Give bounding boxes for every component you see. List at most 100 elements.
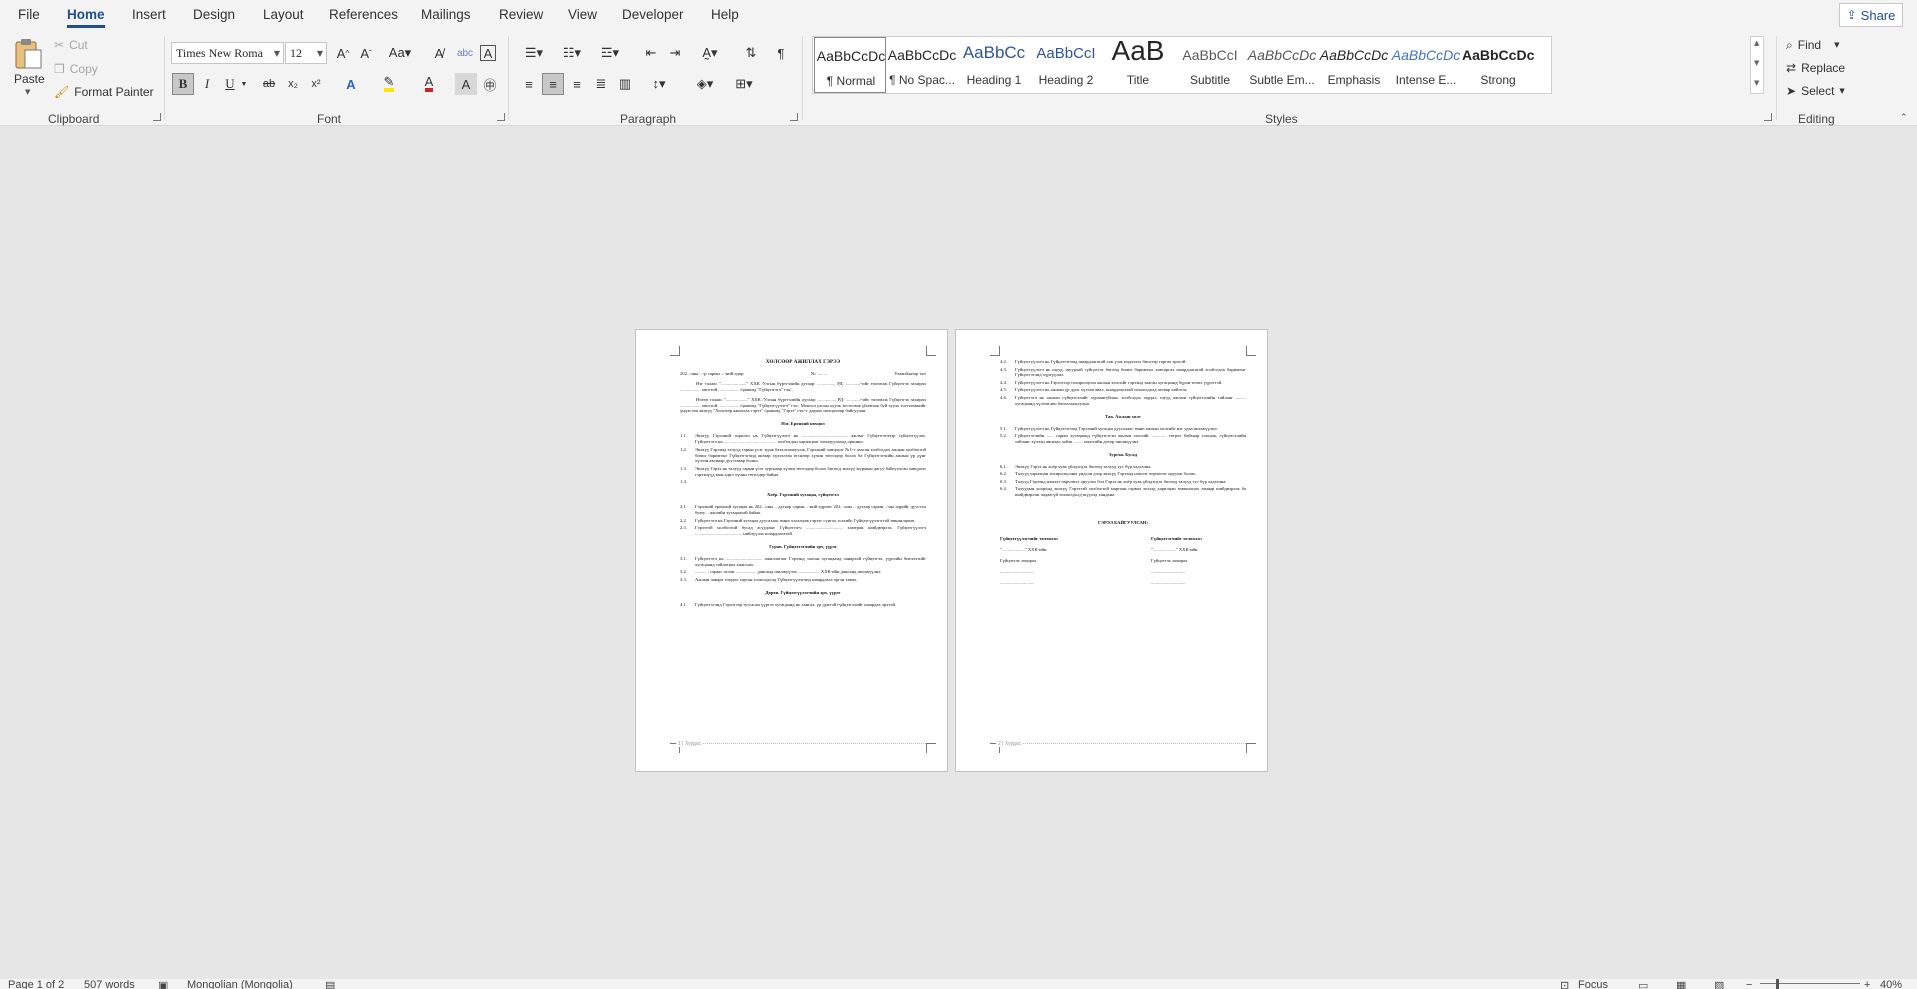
tab-layout[interactable]: Layout [263,7,304,22]
shading-icon[interactable]: ◈▾ [690,73,720,95]
language[interactable]: Mongolian (Mongolia) [187,979,293,989]
subscript-button[interactable]: x₂ [282,73,304,95]
font-size-dropdown[interactable]: 12 ▼ [285,42,327,64]
style-emphasis[interactable]: AaBbCcDc Emphasis [1318,37,1390,93]
word-count[interactable]: 507 words [84,979,135,989]
character-border-icon[interactable]: A [480,45,496,61]
sort-icon[interactable]: ⇅ [740,42,762,64]
clear-formatting-icon[interactable]: A̸ [428,42,450,64]
line-spacing-icon[interactable]: ↕▾ [644,73,674,95]
zoom-slider-thumb[interactable] [1776,979,1779,989]
replace-button[interactable]: ⇄ Replace [1786,61,1845,75]
text-direction-icon[interactable]: A̰▾ [694,42,726,64]
section-heading: Дөрөв. Гүйцэтгүүлэгчийн эрх, үүрэг [765,589,841,595]
clause-number: 6.3. [1000,478,1007,484]
font-launcher-icon[interactable] [497,113,505,121]
shrink-font-icon[interactable]: Aˇ [355,42,377,64]
style-title[interactable]: AaB Title [1102,35,1174,93]
paragraph-launcher-icon[interactable] [790,113,798,121]
change-case-icon[interactable]: Aa▾ [385,42,415,64]
bullets-icon[interactable]: ☰▾ [518,42,550,64]
document-title: ХӨЛСӨӨР АЖИЛЛАХ ГЭРЭЭ [765,359,841,365]
highlight-color-icon[interactable]: ✎ [378,73,400,95]
styles-launcher-icon[interactable] [1764,113,1772,121]
find-button[interactable]: ⌕ Find ▼ [1786,38,1839,52]
style-subtitle[interactable]: AaBbCcI Subtitle [1174,37,1246,93]
style-no-spacing[interactable]: AaBbCcDc ¶ No Spac... [886,37,958,93]
character-shading-icon[interactable]: A [455,73,477,95]
strikethrough-button[interactable]: ab [258,73,280,95]
font-color-icon[interactable]: A [418,73,440,95]
style-heading-2[interactable]: AaBbCcI Heading 2 [1030,37,1102,93]
grow-font-icon[interactable]: A ^ [332,42,354,64]
tab-review[interactable]: Review [499,7,543,22]
chevron-down-icon[interactable]: ▼ [238,73,250,95]
document-page-1[interactable]: ХӨЛСӨӨР АЖИЛЛАХ ГЭРЭЭ 202.. оны ...-р са… [635,329,948,772]
focus-mode[interactable]: Focus [1578,979,1608,989]
clause-text: Гүйцэтгэгч нь Гэрээний хугацаа дуусахаас… [695,517,916,523]
zoom-slider[interactable] [1760,983,1860,984]
text-effects-icon[interactable]: A [340,73,362,95]
tab-design[interactable]: Design [193,7,235,22]
style-intense-emphasis[interactable]: AaBbCcDc Intense E... [1390,37,1462,93]
align-right-icon[interactable]: ≡ [566,73,588,95]
justify-icon[interactable]: ≣ [590,73,612,95]
increase-indent-icon[interactable]: ⇥ [664,42,686,64]
chevron-down-icon: ▼ [25,88,31,96]
enclose-characters-icon[interactable]: ㊥ [479,73,501,95]
borders-icon[interactable]: ⊞▾ [728,73,760,95]
copy-button[interactable]: ❐ Copy [54,62,98,76]
focus-icon[interactable]: ⊡ [1560,979,1569,989]
align-left-icon[interactable]: ≡ [518,73,540,95]
clause-number: 3.3. [680,576,687,582]
style-name: Emphasis [1327,73,1381,87]
style-subtle-emphasis[interactable]: AaBbCcDc Subtle Em... [1246,37,1318,93]
clause-text: Гүйцэтгэгчийн ...... сарын хугацаанд гүй… [1015,433,1246,445]
superscript-button[interactable]: x² [305,73,327,95]
bold-button[interactable]: B [172,73,194,95]
zoom-out-icon[interactable]: − [1746,979,1752,989]
style-normal[interactable]: AaBbCcDc ¶ Normal [814,37,886,93]
styles-gallery: AaBbCcDc ¶ Normal AaBbCcDc ¶ No Spac... … [812,35,1552,94]
style-heading-1[interactable]: AaBbCc Heading 1 [958,37,1030,93]
web-layout-icon[interactable]: ▨ [1714,979,1724,989]
section-heading: Хоёр. Гэрээний хугацаа, гүйцэтгэл [767,492,839,498]
clipboard-launcher-icon[interactable] [153,113,161,121]
numbering-icon[interactable]: ☷▾ [556,42,588,64]
tab-file[interactable]: File [18,7,40,22]
style-preview: AaBbCcDc [1391,47,1461,63]
font-name-dropdown[interactable]: Times New Roma ▼ [171,42,284,64]
tab-references[interactable]: References [329,7,398,22]
multilevel-list-icon[interactable]: ☲▾ [594,42,626,64]
share-button[interactable]: ⇪ Share [1839,3,1903,27]
cut-button[interactable]: ✂ Cut [54,38,88,52]
clause-number: 1.3. [680,465,687,471]
read-mode-icon[interactable]: ▭ [1638,979,1648,989]
tab-insert[interactable]: Insert [132,7,166,22]
proofing-icon[interactable]: ▣ [158,979,168,989]
clause: 1.2. Энэхүү Гэрээнд талууд гарын үсэг зур… [680,447,926,465]
macro-icon[interactable]: ▤ [325,979,335,989]
tab-home[interactable]: Home [67,7,105,22]
zoom-in-icon[interactable]: + [1864,979,1870,989]
phonetic-guide-icon[interactable]: abc [454,42,476,64]
collapse-ribbon-icon[interactable]: ⌃ [1900,113,1908,123]
align-center-icon[interactable]: ≡ [542,73,564,95]
zoom-level[interactable]: 40% [1880,979,1902,989]
decrease-indent-icon[interactable]: ⇤ [640,42,662,64]
tab-help[interactable]: Help [711,7,739,22]
page-count[interactable]: Page 1 of 2 [8,979,64,989]
paste-button[interactable]: Paste ▼ [10,36,46,102]
style-strong[interactable]: AaBbCcDc Strong [1462,37,1534,93]
print-layout-icon[interactable]: ▦ [1676,979,1686,989]
tab-developer[interactable]: Developer [622,7,684,22]
document-page-2[interactable]: 4.2. Гүйцэтгүүлэгч нь Гүйцэтгэгчид шаардл… [955,329,1268,772]
tab-mailings[interactable]: Mailings [421,7,471,22]
select-button[interactable]: ➤ Select ▼ [1786,84,1845,98]
show-formatting-marks-icon[interactable]: ¶ [770,42,792,64]
styles-gallery-scroll[interactable]: ▲ ▼ ▼ [1750,36,1764,94]
italic-button[interactable]: I [196,73,218,95]
format-painter-button[interactable]: 🖌 Format Painter [54,85,154,99]
distributed-icon[interactable]: ▥ [614,73,636,95]
tab-view[interactable]: View [568,7,597,22]
